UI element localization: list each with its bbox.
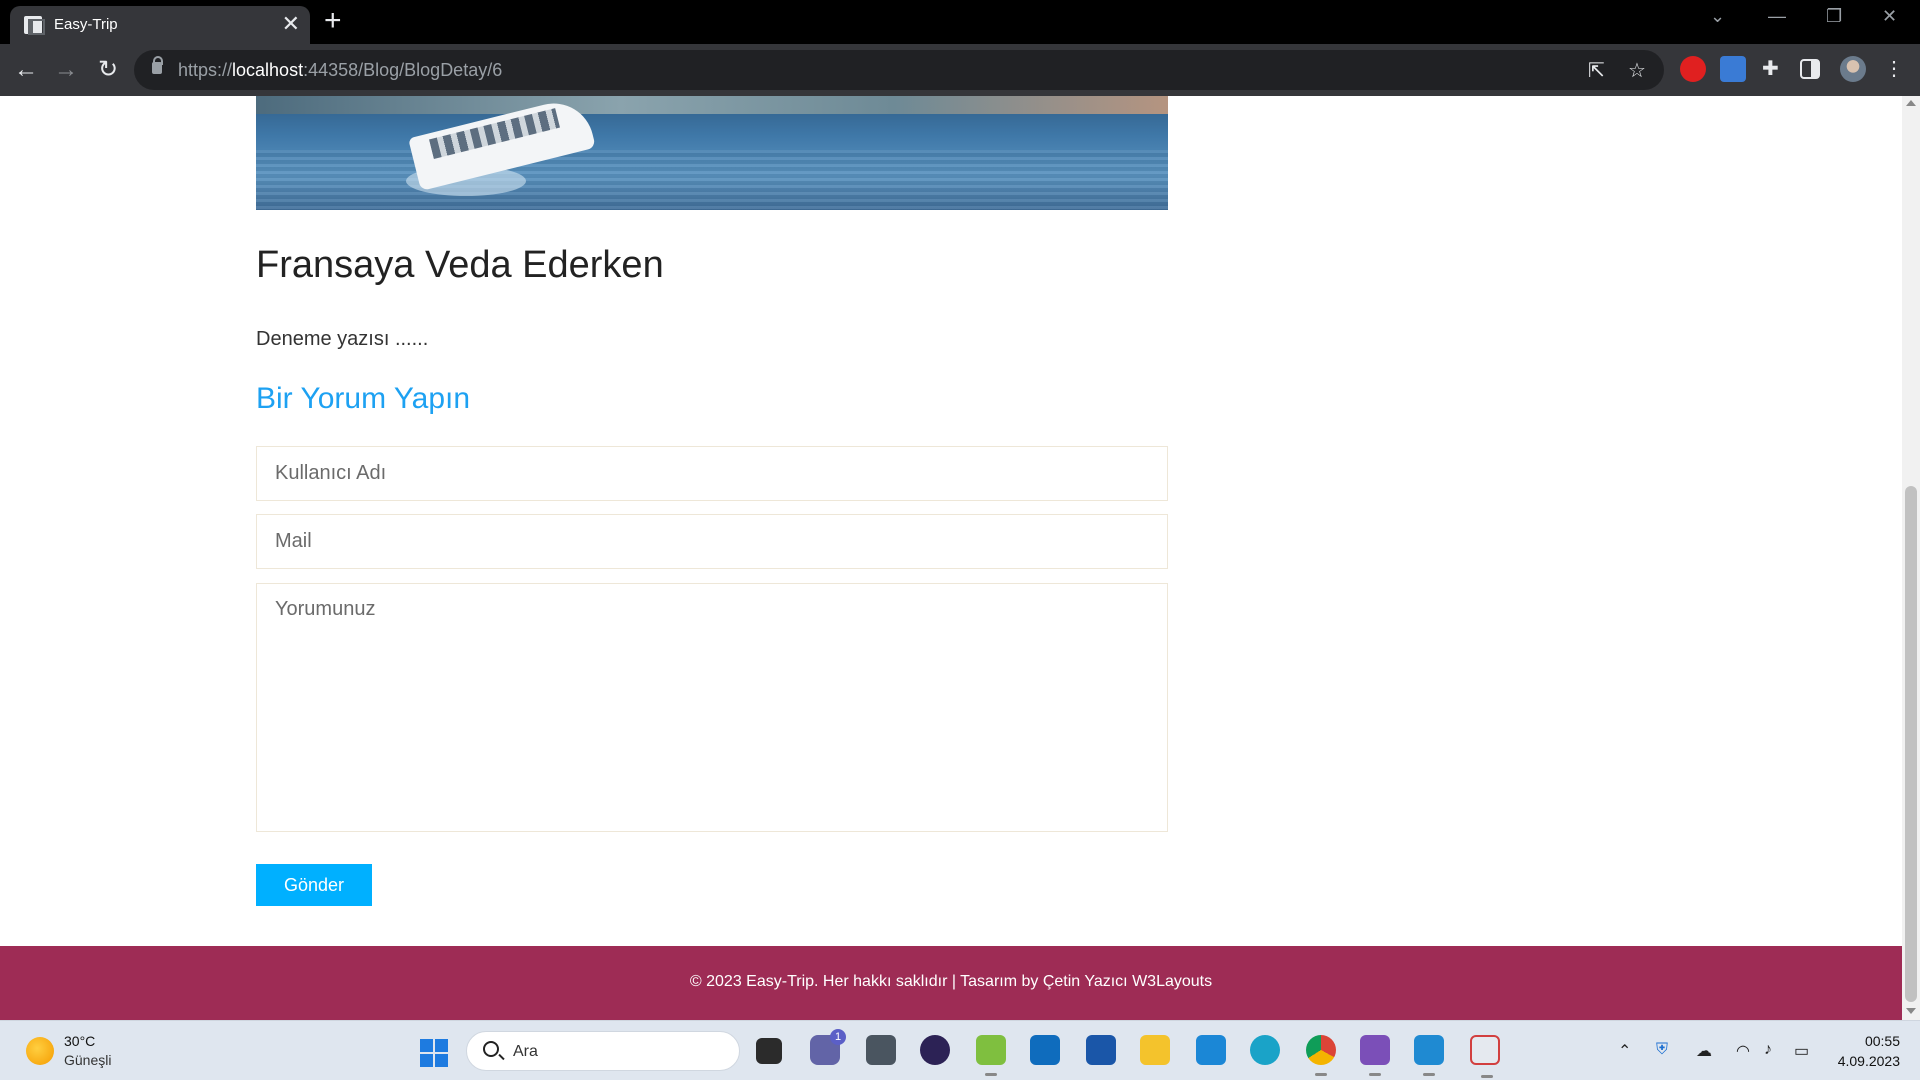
clock-time[interactable]: 00:55 xyxy=(1865,1033,1900,1049)
task-view-icon[interactable] xyxy=(756,1038,782,1064)
windows-start-icon[interactable] xyxy=(420,1039,448,1067)
onedrive-cloud-icon[interactable]: ☁ xyxy=(1696,1041,1712,1061)
chat-badge: 1 xyxy=(830,1029,846,1045)
search-icon xyxy=(483,1041,499,1057)
eclipse-icon[interactable] xyxy=(920,1035,950,1065)
page-viewport: Fransaya Veda Ederken Deneme yazısı ....… xyxy=(0,96,1902,1020)
reload-icon[interactable]: ↻ xyxy=(92,54,124,86)
mail-input[interactable] xyxy=(256,514,1168,569)
browser-tab[interactable]: Easy-Trip ✕ xyxy=(10,6,310,44)
share-icon[interactable]: ⇱ xyxy=(1588,58,1605,83)
show-hidden-icons-icon[interactable]: ⌃ xyxy=(1618,1041,1631,1061)
visual-studio-icon[interactable] xyxy=(1360,1035,1390,1076)
calculator-icon[interactable] xyxy=(866,1035,896,1065)
blog-hero-image xyxy=(256,96,1168,210)
restore-icon[interactable]: ❐ xyxy=(1826,6,1842,27)
scroll-thumb[interactable] xyxy=(1905,486,1917,1002)
back-arrow-icon[interactable]: ← xyxy=(10,54,42,86)
vscode-icon[interactable] xyxy=(1414,1035,1444,1076)
forward-arrow-icon[interactable]: → xyxy=(50,54,82,86)
edge-icon[interactable] xyxy=(1250,1035,1280,1065)
windows-taskbar: 30°C Güneşli Ara 1 ⌃ ⛨ ☁ ◠ ♪ ▭ 00:55 4.0… xyxy=(0,1020,1920,1080)
browser-toolbar: ← → ↻ https://localhost:44358/Blog/BlogD… xyxy=(0,44,1920,96)
footer-copyright: © 2023 Easy-Trip. Her hakkı saklıdır | T… xyxy=(689,973,1213,990)
tab-search-icon[interactable]: ⌄ xyxy=(1710,6,1725,27)
close-window-icon[interactable]: ✕ xyxy=(1882,6,1897,27)
address-bar[interactable]: https://localhost:44358/Blog/BlogDetay/6… xyxy=(134,50,1664,90)
close-tab-icon[interactable]: ✕ xyxy=(282,11,300,37)
weather-sun-icon[interactable] xyxy=(26,1037,54,1065)
weather-temperature[interactable]: 30°C xyxy=(64,1033,95,1049)
page-scrollbar[interactable] xyxy=(1902,96,1920,1020)
clock-date[interactable]: 4.09.2023 xyxy=(1838,1053,1900,1069)
url-text[interactable]: https://localhost:44358/Blog/BlogDetay/6 xyxy=(178,60,502,81)
water-ripples xyxy=(256,150,1168,210)
battery-icon[interactable]: ▭ xyxy=(1794,1041,1809,1061)
taskbar-search[interactable]: Ara xyxy=(466,1031,740,1071)
taskbar-search-label: Ara xyxy=(513,1043,538,1060)
browser-tab-strip: Easy-Trip ✕ + ⌄ — ❐ ✕ xyxy=(0,0,1920,44)
chrome-icon[interactable] xyxy=(1306,1035,1336,1076)
username-input[interactable] xyxy=(256,446,1168,501)
adblock-extension-icon[interactable] xyxy=(1680,56,1706,82)
file-explorer-icon[interactable] xyxy=(1140,1035,1170,1065)
submit-comment-button[interactable]: Gönder xyxy=(256,864,372,906)
site-footer: © 2023 Easy-Trip. Her hakkı saklıdır | T… xyxy=(0,946,1902,1020)
post-body: Deneme yazısı ...... xyxy=(256,328,429,350)
volume-icon[interactable]: ♪ xyxy=(1764,1041,1772,1059)
profile-avatar[interactable] xyxy=(1840,56,1866,82)
store-icon[interactable] xyxy=(1086,1035,1116,1065)
bookmark-star-icon[interactable]: ☆ xyxy=(1628,58,1646,83)
menu-kebab-icon[interactable]: ⋮ xyxy=(1884,56,1904,81)
diagram-app-icon[interactable] xyxy=(976,1035,1006,1076)
wifi-icon[interactable]: ◠ xyxy=(1736,1041,1750,1061)
extensions-puzzle-icon[interactable]: ✚ xyxy=(1762,56,1779,81)
teams-chat-icon[interactable]: 1 xyxy=(810,1029,846,1065)
mail-icon[interactable] xyxy=(1030,1035,1060,1065)
translate-extension-icon[interactable] xyxy=(1720,56,1746,82)
riverbank-strip xyxy=(256,96,1168,114)
snipping-tool-icon[interactable] xyxy=(1470,1035,1500,1078)
comment-heading: Bir Yorum Yapın xyxy=(256,382,471,415)
new-tab-button[interactable]: + xyxy=(324,4,342,38)
page-favicon-icon xyxy=(24,16,45,35)
security-shield-icon[interactable]: ⛨ xyxy=(1656,1041,1668,1059)
comment-textarea[interactable] xyxy=(256,583,1168,832)
side-panel-icon[interactable] xyxy=(1800,59,1820,79)
tab-title: Easy-Trip xyxy=(54,16,118,33)
lock-icon[interactable] xyxy=(152,56,163,74)
l-app-icon[interactable] xyxy=(1196,1035,1226,1065)
post-title: Fransaya Veda Ederken xyxy=(256,244,664,286)
scroll-down-arrow-icon[interactable] xyxy=(1906,1008,1916,1014)
minimize-icon[interactable]: — xyxy=(1768,6,1786,27)
scroll-up-arrow-icon[interactable] xyxy=(1906,100,1916,106)
weather-description[interactable]: Güneşli xyxy=(64,1052,111,1068)
